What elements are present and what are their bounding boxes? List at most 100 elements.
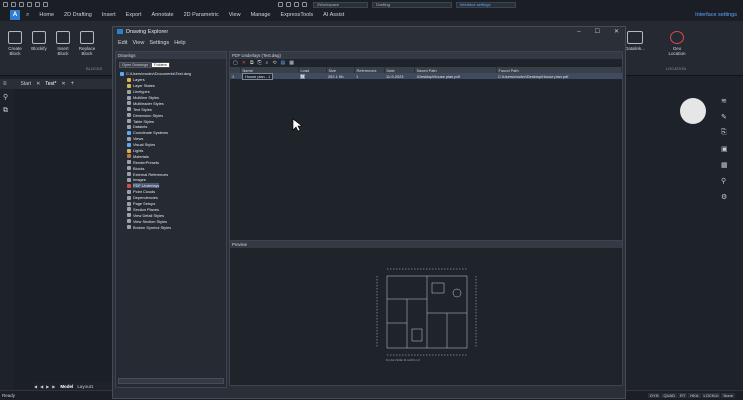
tab-insert[interactable]: Insert xyxy=(102,12,116,18)
tree-item-label: Section Planes xyxy=(133,206,159,212)
table-row[interactable]: 1 House plan - 1 ✓ 252.1 Kb 1 11-9-2023 … xyxy=(230,72,622,80)
dialog-titlebar[interactable]: Drawing Explorer – ☐ ✕ xyxy=(113,27,625,36)
tree-item-icon xyxy=(127,89,131,94)
tab-expresstools[interactable]: ExpressTools xyxy=(280,12,313,18)
view-list-icon[interactable]: ▤ xyxy=(281,60,286,66)
tree-item-label: Multileader Styles xyxy=(133,100,164,106)
add-tab-icon[interactable]: + xyxy=(71,81,75,87)
nav-last-icon[interactable]: ▶ xyxy=(52,384,55,389)
status-rt[interactable]: RT xyxy=(678,393,688,398)
file-tab-start[interactable]: Start xyxy=(21,81,32,87)
nav-prev-icon[interactable]: ◀ xyxy=(40,384,43,389)
tree-item-icon xyxy=(127,95,131,100)
layer-icon[interactable] xyxy=(278,2,283,7)
pin-icon[interactable]: ⚲ xyxy=(3,93,14,101)
drawings-header: Drawings xyxy=(116,52,226,59)
name-field[interactable]: House plan - 1 xyxy=(242,72,274,80)
tree-item-label: Text Styles xyxy=(133,106,152,112)
status-lockui[interactable]: LOCKUI xyxy=(701,393,721,398)
tab-manage[interactable]: Manage xyxy=(251,12,271,18)
tree-item-label: Layer States xyxy=(133,83,155,89)
status-dyn[interactable]: DYN xyxy=(648,393,661,398)
open-icon[interactable] xyxy=(11,2,16,7)
new-icon[interactable] xyxy=(3,2,8,7)
replace-block-button[interactable]: Replace Block xyxy=(76,31,98,56)
image-icon[interactable]: ▣ xyxy=(721,145,743,153)
layout-tab-layout1[interactable]: Layout1 xyxy=(77,384,93,389)
tab-view[interactable]: View xyxy=(229,12,241,18)
layers-icon[interactable]: ⧉ xyxy=(3,107,14,115)
tree-item-label: PDF Underlays xyxy=(133,183,160,189)
grid-icon[interactable]: ▦ xyxy=(721,161,743,169)
undo-icon[interactable] xyxy=(35,2,40,7)
tab-export[interactable]: Export xyxy=(126,12,142,18)
menu-icon[interactable]: ≡ xyxy=(3,81,7,87)
app-menu-button[interactable]: A xyxy=(10,10,20,20)
status-hka[interactable]: HKA xyxy=(688,393,701,398)
zoom-icon[interactable] xyxy=(302,2,307,7)
menu-view[interactable]: View xyxy=(132,40,144,46)
delete-icon[interactable]: ✕ xyxy=(242,60,246,66)
insert-block-button[interactable]: Insert Block xyxy=(52,31,74,56)
interface-settings-link[interactable]: Interface settings xyxy=(695,12,737,18)
tree-item-label: Visual Styles xyxy=(133,142,156,148)
minimize-icon[interactable]: – xyxy=(577,29,580,35)
purge-icon[interactable]: ⟲ xyxy=(272,60,276,66)
tree-item-icon xyxy=(127,83,131,88)
paste-icon[interactable]: ⎘ xyxy=(258,60,262,66)
tab-annotate[interactable]: Annotate xyxy=(152,12,174,18)
find-icon[interactable]: ⌕ xyxy=(266,60,269,66)
properties-icon[interactable] xyxy=(286,2,291,7)
menu-help[interactable]: Help xyxy=(174,40,185,46)
blockify-button[interactable]: Blockify xyxy=(28,31,50,51)
ribbon-tab-bar: A ⌕ Home 2D Drafting Insert Export Annot… xyxy=(0,9,743,21)
tab-ai-assist[interactable]: AI Assist xyxy=(323,12,344,18)
new-icon[interactable]: ▢ xyxy=(233,60,238,66)
properties-icon[interactable]: ≋ xyxy=(721,97,743,105)
tree-item[interactable]: Broken Symbol Styles xyxy=(127,224,226,230)
workspace-combo[interactable]: 2Workspace xyxy=(313,1,368,8)
tab-2d-drafting[interactable]: 2D Drafting xyxy=(64,12,92,18)
load-checkbox[interactable]: ✓ xyxy=(300,73,305,79)
drafting-combo[interactable]: Drafting xyxy=(372,1,452,8)
settings-icon[interactable]: ⚙ xyxy=(721,193,743,201)
copy-icon[interactable]: ⧉ xyxy=(250,60,254,66)
location-icon[interactable]: ⚲ xyxy=(721,177,743,185)
print-icon[interactable] xyxy=(27,2,32,7)
layout-tab-model[interactable]: Model xyxy=(60,384,73,389)
right-toolbar: ≋ ✎ ⎘ ▣ ▦ ⚲ ⚙ xyxy=(713,89,743,389)
status-none[interactable]: None xyxy=(721,393,735,398)
view-grid-icon[interactable]: ▦ xyxy=(289,60,294,66)
tab-folders[interactable]: Folders xyxy=(151,62,170,68)
nav-next-icon[interactable]: ▶ xyxy=(46,384,49,389)
nav-first-icon[interactable]: ◀ xyxy=(34,384,37,389)
search-icon[interactable]: ⌕ xyxy=(26,12,29,19)
geo-location-button[interactable]: Geo Location xyxy=(664,31,690,56)
close-icon[interactable]: ✕ xyxy=(61,81,65,87)
tree-item-label: Views xyxy=(133,136,144,142)
file-tab-bar: ≡ Start ✕ Test* ✕ + xyxy=(0,79,120,89)
interface-settings-combo[interactable]: Interface settings xyxy=(456,1,516,8)
attach-icon[interactable]: ⎘ xyxy=(721,129,743,137)
status-quad[interactable]: QUAD xyxy=(661,393,678,398)
create-block-button[interactable]: Create Block xyxy=(4,31,26,56)
match-icon[interactable] xyxy=(294,2,299,7)
tab-2d-parametric[interactable]: 2D Parametric xyxy=(184,12,219,18)
close-icon[interactable]: ✕ xyxy=(36,81,40,87)
view-cube[interactable] xyxy=(680,98,706,124)
tab-open-drawings[interactable]: Open Drawings xyxy=(119,62,152,68)
redo-icon[interactable] xyxy=(43,2,48,7)
edit-icon[interactable]: ✎ xyxy=(721,113,743,121)
file-tab-test[interactable]: Test* xyxy=(45,81,56,87)
model-space[interactable] xyxy=(14,89,114,389)
drawing-explorer-dialog: Drawing Explorer – ☐ ✕ Edit View Setting… xyxy=(112,26,626,399)
tab-home[interactable]: Home xyxy=(39,12,54,18)
tree-item-label: Blocks xyxy=(133,165,145,171)
tree-item-label: Dataints xyxy=(133,124,148,130)
menu-settings[interactable]: Settings xyxy=(149,40,169,46)
close-icon[interactable]: ✕ xyxy=(614,28,619,35)
menu-edit[interactable]: Edit xyxy=(118,40,127,46)
save-icon[interactable] xyxy=(19,2,24,7)
maximize-icon[interactable]: ☐ xyxy=(595,28,600,35)
tree-scrollbar[interactable] xyxy=(118,378,224,384)
